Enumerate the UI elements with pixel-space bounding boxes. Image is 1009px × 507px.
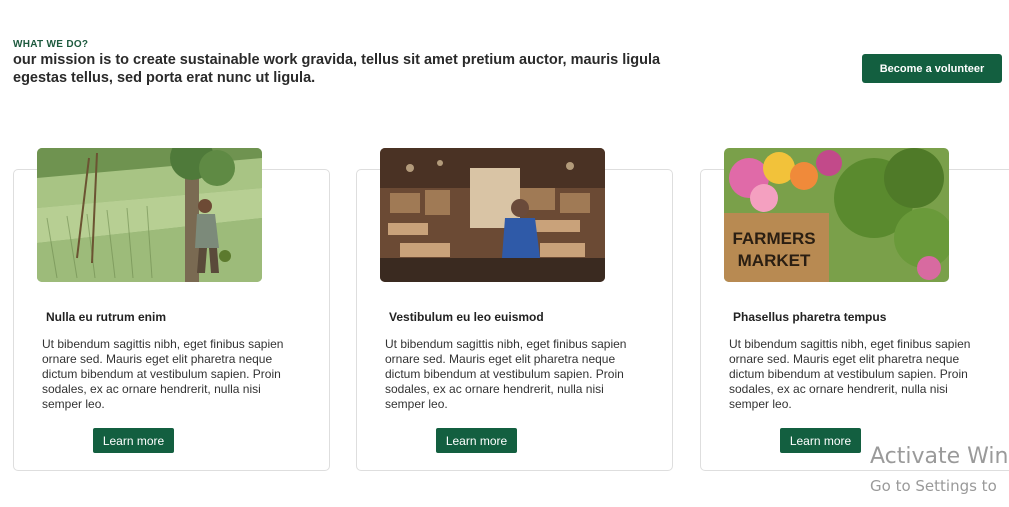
watermark-line-2: Go to Settings to: [870, 477, 997, 495]
card-description: Ut bibendum sagittis nibh, eget finibus …: [385, 337, 627, 411]
card-title: Nulla eu rutrum enim: [46, 310, 167, 324]
program-card: Vestibulum eu leo euismod Ut bibendum sa…: [356, 148, 673, 471]
card-description: Ut bibendum sagittis nibh, eget finibus …: [729, 337, 971, 411]
become-volunteer-button[interactable]: Become a volunteer: [862, 54, 1002, 83]
rice-terrace-farmer-image: [37, 148, 262, 282]
learn-more-button[interactable]: Learn more: [780, 428, 861, 453]
watermark-line-1: Activate Win: [870, 444, 1009, 469]
learn-more-button[interactable]: Learn more: [93, 428, 174, 453]
farmers-market-sign-text: FARMERS: [732, 229, 815, 248]
program-card: FARMERS MARKET Phasellus pharetra tempus…: [700, 148, 1009, 471]
mission-statement: our mission is to create sustainable wor…: [13, 52, 661, 86]
card-description: Ut bibendum sagittis nibh, eget finibus …: [42, 337, 284, 411]
farmers-market-image: FARMERS MARKET: [724, 148, 949, 282]
activate-windows-watermark: Activate Win Go to Settings to: [870, 444, 1008, 496]
card-title: Vestibulum eu leo euismod: [389, 310, 544, 324]
section-eyebrow: WHAT WE DO?: [13, 39, 89, 50]
learn-more-button[interactable]: Learn more: [436, 428, 517, 453]
program-card: Nulla eu rutrum enim Ut bibendum sagitti…: [13, 148, 330, 471]
workshop-shop-image: [380, 148, 605, 282]
farmers-market-sign-text: MARKET: [738, 251, 811, 270]
card-title: Phasellus pharetra tempus: [733, 310, 887, 324]
